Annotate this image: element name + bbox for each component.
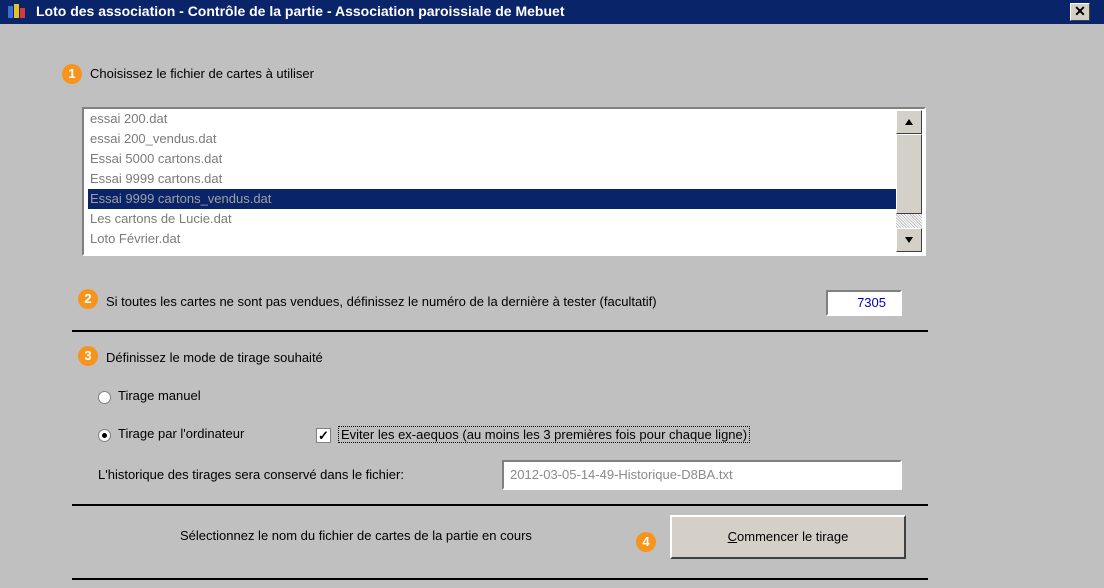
- separator: [72, 578, 928, 580]
- arrow-down-icon: [905, 237, 913, 243]
- start-draw-accelerator: C: [727, 529, 738, 544]
- scroll-down-button[interactable]: [896, 228, 922, 252]
- radio-manual-label[interactable]: Tirage manuel: [118, 388, 201, 403]
- step-2-label: Si toutes les cartes ne sont pas vendues…: [106, 294, 657, 309]
- close-button[interactable]: ✕: [1070, 3, 1090, 21]
- list-item[interactable]: Les cartons de Lucie.dat: [88, 209, 896, 229]
- arrow-up-icon: [905, 119, 913, 125]
- separator: [72, 330, 928, 332]
- step-1-label: Choisissez le fichier de cartes à utilis…: [90, 66, 314, 81]
- list-item[interactable]: Essai 9999 cartons.dat: [88, 169, 896, 189]
- separator: [72, 504, 928, 506]
- list-item[interactable]: essai 200_vendus.dat: [88, 129, 896, 149]
- start-draw-button[interactable]: Commencer le tirage: [670, 515, 906, 559]
- step-2-badge: 2: [78, 289, 98, 309]
- last-card-number-input[interactable]: 7305: [826, 290, 902, 316]
- step-4-badge: 4: [636, 532, 656, 552]
- avoid-ties-checkbox[interactable]: ✓: [316, 428, 331, 443]
- radio-selected-dot: [102, 433, 107, 438]
- file-listbox[interactable]: essai 200.dat essai 200_vendus.dat Essai…: [82, 107, 926, 256]
- step-1-badge: 1: [62, 64, 82, 84]
- radio-manual[interactable]: [98, 391, 111, 404]
- scroll-thumb[interactable]: [896, 134, 922, 214]
- list-item-selected[interactable]: Essai 9999 cartons_vendus.dat: [88, 189, 896, 209]
- close-icon: ✕: [1074, 3, 1086, 19]
- start-draw-label: ommencer le tirage: [737, 529, 849, 544]
- scroll-track[interactable]: [896, 214, 922, 228]
- step-4-label: Sélectionnez le nom du fichier de cartes…: [180, 528, 532, 543]
- scroll-up-button[interactable]: [896, 110, 922, 134]
- radio-computer[interactable]: [98, 429, 111, 442]
- step-3-badge: 3: [78, 346, 98, 366]
- history-label: L'historique des tirages sera conservé d…: [98, 467, 404, 482]
- listbox-scrollbar[interactable]: [896, 110, 922, 252]
- history-file-input[interactable]: 2012-03-05-14-49-Historique-D8BA.txt: [502, 460, 902, 490]
- app-icon: [8, 4, 25, 18]
- list-item[interactable]: Loto Février.dat: [88, 229, 896, 249]
- list-item[interactable]: Essai 5000 cartons.dat: [88, 149, 896, 169]
- checkmark-icon: ✓: [318, 428, 329, 443]
- list-item[interactable]: essai 200.dat: [88, 109, 896, 129]
- avoid-ties-label[interactable]: Eviter les ex-aequos (au moins les 3 pre…: [338, 426, 751, 443]
- radio-computer-label[interactable]: Tirage par l'ordinateur: [118, 426, 244, 441]
- window-title: Loto des association - Contrôle de la pa…: [36, 3, 565, 19]
- step-3-label: Définissez le mode de tirage souhaité: [106, 350, 323, 365]
